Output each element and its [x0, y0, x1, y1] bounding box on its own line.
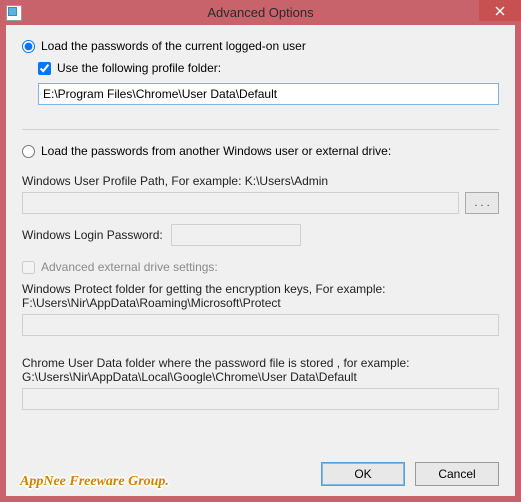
- radio-another-user[interactable]: [22, 145, 35, 158]
- dialog-buttons: OK Cancel: [321, 462, 499, 486]
- watermark-text: AppNee Freeware Group.: [20, 474, 169, 490]
- profile-folder-input[interactable]: [38, 83, 499, 105]
- user-profile-path-input[interactable]: [22, 192, 459, 214]
- cancel-button[interactable]: Cancel: [415, 462, 499, 486]
- close-icon: [495, 6, 505, 16]
- login-password-input[interactable]: [171, 224, 301, 246]
- radio-another-user-label: Load the passwords from another Windows …: [41, 144, 391, 158]
- chrome-folder-input[interactable]: [22, 388, 499, 410]
- window-frame: Advanced Options Load the passwords of t…: [0, 0, 521, 502]
- radio-current-user-label: Load the passwords of the current logged…: [41, 39, 306, 53]
- check-external-drive[interactable]: [22, 261, 35, 274]
- radio-current-user-row[interactable]: Load the passwords of the current logged…: [22, 39, 499, 53]
- separator-1: [22, 129, 499, 130]
- ok-button[interactable]: OK: [321, 462, 405, 486]
- chrome-folder-label: Chrome User Data folder where the passwo…: [22, 356, 482, 384]
- titlebar: Advanced Options: [0, 0, 521, 25]
- protect-folder-label: Windows Protect folder for getting the e…: [22, 282, 482, 310]
- radio-current-user[interactable]: [22, 40, 35, 53]
- check-external-drive-label: Advanced external drive settings:: [41, 260, 218, 274]
- check-profile-folder[interactable]: [38, 62, 51, 75]
- login-password-label: Windows Login Password:: [22, 228, 163, 242]
- user-profile-path-label: Windows User Profile Path, For example: …: [22, 174, 499, 188]
- check-external-row[interactable]: Advanced external drive settings:: [22, 260, 499, 274]
- system-menu-icon[interactable]: [6, 5, 22, 21]
- check-profile-folder-row[interactable]: Use the following profile folder:: [38, 61, 499, 75]
- browse-button[interactable]: . . .: [465, 192, 499, 214]
- close-button[interactable]: [479, 0, 521, 21]
- radio-another-user-row[interactable]: Load the passwords from another Windows …: [22, 144, 499, 158]
- window-title: Advanced Options: [0, 5, 521, 20]
- protect-folder-input[interactable]: [22, 314, 499, 336]
- content-area: Load the passwords of the current logged…: [6, 25, 515, 442]
- check-profile-folder-label: Use the following profile folder:: [57, 61, 221, 75]
